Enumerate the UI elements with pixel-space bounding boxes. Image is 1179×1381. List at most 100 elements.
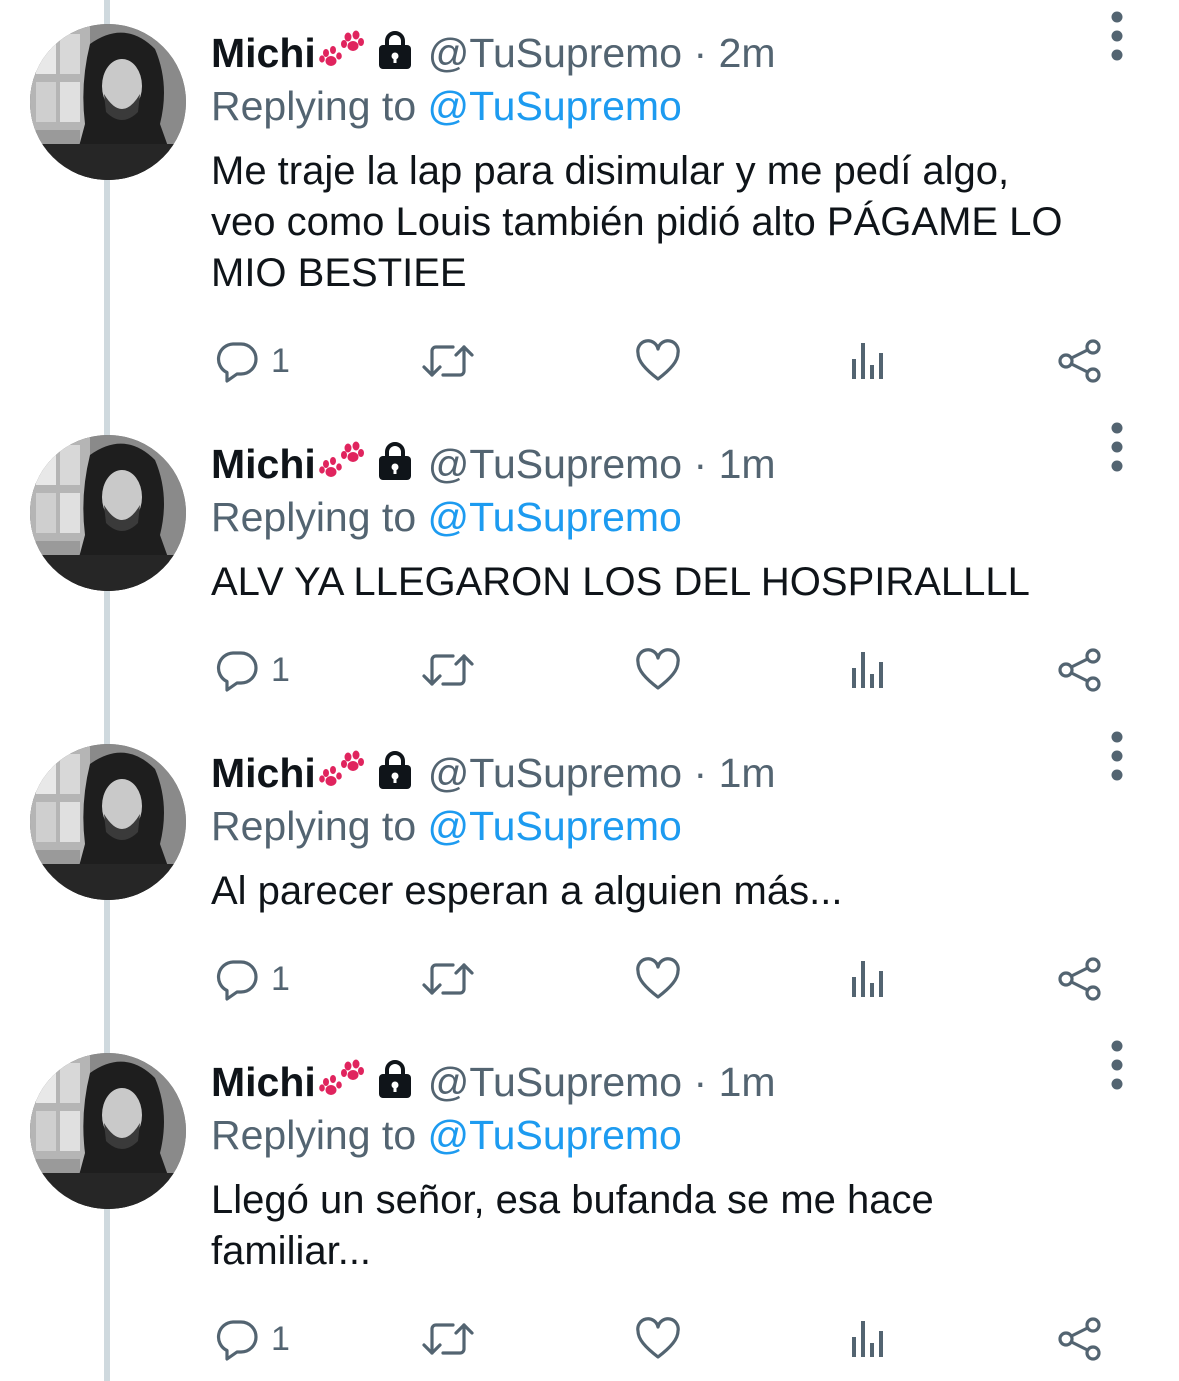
tweet-header: Michi @TuSupremo · 2m bbox=[211, 26, 1151, 80]
more-options-button[interactable] bbox=[1102, 6, 1132, 72]
analytics-icon bbox=[852, 961, 883, 997]
tweet-actions: 1 bbox=[211, 337, 1111, 385]
like-button[interactable] bbox=[635, 1315, 681, 1363]
replying-to: Replying to @TuSupremo bbox=[211, 80, 1151, 132]
lock-icon bbox=[376, 440, 414, 480]
analytics-button[interactable] bbox=[849, 955, 889, 1003]
reply-count: 1 bbox=[271, 1319, 290, 1358]
share-icon bbox=[1058, 648, 1101, 692]
analytics-icon bbox=[852, 343, 883, 379]
tweet-text: ALV YA LLEGARON LOS DEL HOSPIRALLLL bbox=[211, 560, 1030, 604]
analytics-button[interactable] bbox=[849, 646, 889, 694]
handle[interactable]: @TuSupremo bbox=[428, 1059, 682, 1105]
like-button[interactable] bbox=[635, 646, 681, 694]
display-name[interactable]: Michi bbox=[211, 30, 316, 76]
replying-to-mention[interactable]: @TuSupremo bbox=[428, 83, 682, 129]
timestamp[interactable]: 2m bbox=[719, 30, 776, 76]
analytics-icon bbox=[852, 1321, 883, 1357]
avatar[interactable] bbox=[30, 1053, 186, 1209]
more-vertical-icon bbox=[1111, 731, 1123, 781]
display-name[interactable]: Michi bbox=[211, 1059, 316, 1105]
display-name[interactable]: Michi bbox=[211, 750, 316, 796]
more-vertical-icon bbox=[1111, 11, 1123, 61]
retweet-button[interactable] bbox=[421, 955, 475, 1003]
share-button[interactable] bbox=[1057, 955, 1103, 1003]
display-name[interactable]: Michi bbox=[211, 441, 316, 487]
separator-dot: · bbox=[693, 1059, 708, 1105]
separator-dot: · bbox=[693, 30, 708, 76]
tweet-header: Michi @TuSupremo · 1m bbox=[211, 437, 1151, 491]
paw-prints-icon bbox=[318, 748, 364, 788]
timestamp[interactable]: 1m bbox=[719, 1059, 776, 1105]
reply-button[interactable]: 1 bbox=[215, 646, 290, 694]
reply-count: 1 bbox=[271, 959, 290, 998]
replying-to-label: Replying to bbox=[211, 803, 417, 849]
heart-icon bbox=[636, 1317, 680, 1359]
analytics-button[interactable] bbox=[849, 337, 889, 385]
analytics-icon bbox=[852, 652, 883, 688]
reply-icon bbox=[216, 960, 258, 1001]
tweet-content: Michi @TuSupremo · 2m Replying to @TuSupr… bbox=[211, 26, 1151, 299]
heart-icon bbox=[636, 957, 680, 999]
tweet[interactable]: Michi @TuSupremo · 1m Replying to @TuSupr… bbox=[0, 1029, 1179, 1381]
replying-to-mention[interactable]: @TuSupremo bbox=[428, 494, 682, 540]
share-icon bbox=[1058, 1317, 1101, 1361]
more-vertical-icon bbox=[1111, 422, 1123, 472]
tweet-content: Michi @TuSupremo · 1m Replying to @TuSupr… bbox=[211, 437, 1151, 608]
more-options-button[interactable] bbox=[1102, 417, 1132, 483]
retweet-button[interactable] bbox=[421, 1315, 475, 1363]
separator-dot: · bbox=[693, 441, 708, 487]
more-options-button[interactable] bbox=[1102, 726, 1132, 792]
retweet-icon bbox=[422, 345, 474, 377]
reply-icon bbox=[216, 651, 258, 692]
retweet-icon bbox=[422, 1323, 474, 1355]
separator-dot: · bbox=[693, 750, 708, 796]
tweet[interactable]: Michi @TuSupremo · 1m Replying to @TuSupr… bbox=[0, 411, 1179, 720]
reply-button[interactable]: 1 bbox=[215, 955, 290, 1003]
tweet-text: Me traje la lap para disimular y me pedí… bbox=[211, 149, 1063, 295]
share-button[interactable] bbox=[1057, 1315, 1103, 1363]
tweet[interactable]: Michi @TuSupremo · 1m Replying to @TuSupr… bbox=[0, 720, 1179, 1029]
share-button[interactable] bbox=[1057, 646, 1103, 694]
lock-icon bbox=[376, 1058, 414, 1098]
share-button[interactable] bbox=[1057, 337, 1103, 385]
handle[interactable]: @TuSupremo bbox=[428, 441, 682, 487]
tweet-header: Michi @TuSupremo · 1m bbox=[211, 1055, 1151, 1109]
replying-to-mention[interactable]: @TuSupremo bbox=[428, 803, 682, 849]
handle[interactable]: @TuSupremo bbox=[428, 30, 682, 76]
retweet-button[interactable] bbox=[421, 337, 475, 385]
replying-to-mention[interactable]: @TuSupremo bbox=[428, 1112, 682, 1158]
more-options-button[interactable] bbox=[1102, 1035, 1132, 1101]
avatar[interactable] bbox=[30, 435, 186, 591]
tweet-actions: 1 bbox=[211, 646, 1111, 694]
lock-icon bbox=[376, 749, 414, 789]
tweet-text: Llegó un señor, esa bufanda se me hace f… bbox=[211, 1178, 934, 1273]
avatar[interactable] bbox=[30, 24, 186, 180]
tweet[interactable]: Michi @TuSupremo · 2m Replying to @TuSupr… bbox=[0, 0, 1179, 383]
retweet-button[interactable] bbox=[421, 646, 475, 694]
tweet-actions: 1 bbox=[211, 1315, 1111, 1363]
handle[interactable]: @TuSupremo bbox=[428, 750, 682, 796]
reply-button[interactable]: 1 bbox=[215, 1315, 290, 1363]
reply-icon bbox=[216, 342, 258, 383]
replying-to-label: Replying to bbox=[211, 1112, 417, 1158]
tweet-header: Michi @TuSupremo · 1m bbox=[211, 746, 1151, 800]
analytics-button[interactable] bbox=[849, 1315, 889, 1363]
timestamp[interactable]: 1m bbox=[719, 441, 776, 487]
like-button[interactable] bbox=[635, 955, 681, 1003]
reply-icon bbox=[216, 1320, 258, 1361]
tweet-thread: Michi @TuSupremo · 2m Replying to @TuSupr… bbox=[0, 0, 1179, 1381]
avatar-photo bbox=[30, 435, 186, 591]
avatar-photo bbox=[30, 744, 186, 900]
like-button[interactable] bbox=[635, 337, 681, 385]
retweet-icon bbox=[422, 654, 474, 686]
tweet-content: Michi @TuSupremo · 1m Replying to @TuSupr… bbox=[211, 746, 1151, 917]
avatar-photo bbox=[30, 1053, 186, 1209]
more-vertical-icon bbox=[1111, 1040, 1123, 1090]
reply-count: 1 bbox=[271, 650, 290, 689]
timestamp[interactable]: 1m bbox=[719, 750, 776, 796]
retweet-icon bbox=[422, 963, 474, 995]
reply-count: 1 bbox=[271, 341, 290, 380]
avatar[interactable] bbox=[30, 744, 186, 900]
reply-button[interactable]: 1 bbox=[215, 337, 290, 385]
